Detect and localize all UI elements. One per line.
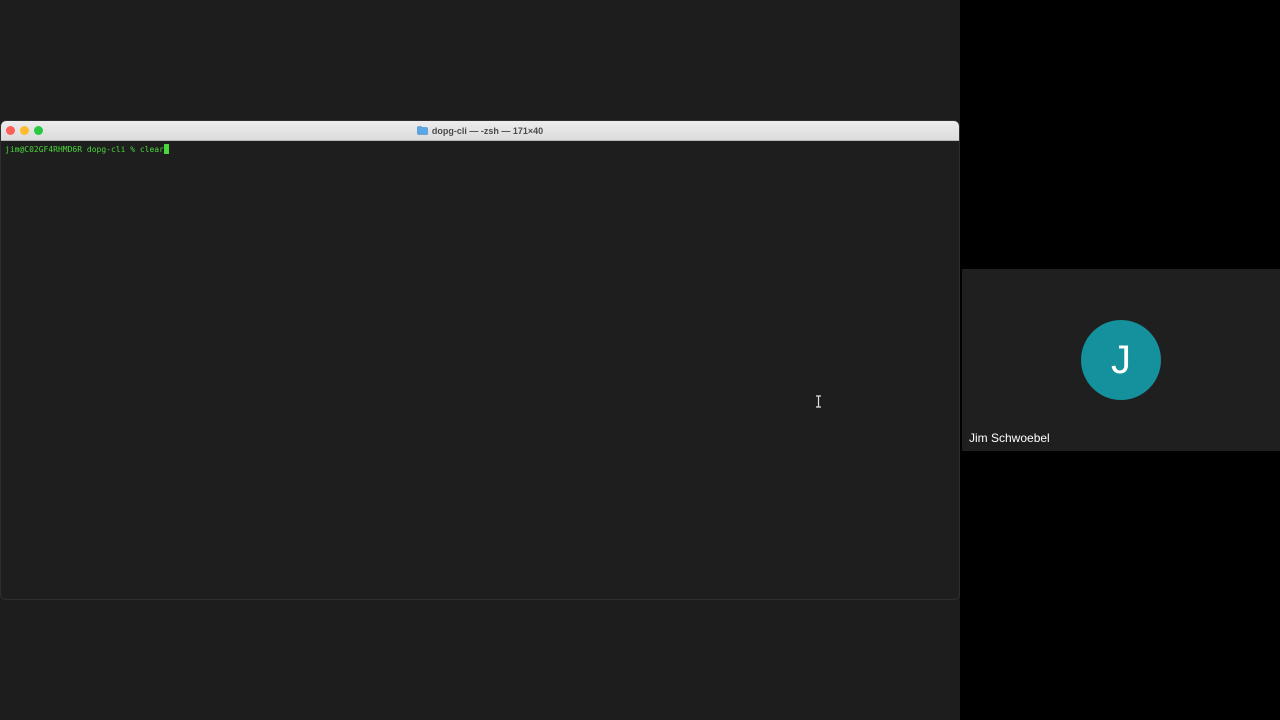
shell-prompt: jim@C02GF4RHMD6R dopg-cli % bbox=[5, 145, 140, 154]
command-input[interactable]: clear bbox=[140, 145, 164, 154]
window-title: dopg-cli — -zsh — 171×40 bbox=[1, 121, 959, 140]
folder-icon bbox=[417, 126, 428, 135]
terminal-output[interactable]: jim@C02GF4RHMD6R dopg-cli % clear bbox=[1, 141, 959, 599]
participant-tile[interactable]: J Jim Schwoebel bbox=[962, 269, 1280, 451]
participant-avatar: J bbox=[1081, 320, 1161, 400]
avatar-initial: J bbox=[1111, 337, 1131, 382]
terminal-titlebar[interactable]: dopg-cli — -zsh — 171×40 bbox=[1, 121, 959, 141]
participants-panel: J Jim Schwoebel bbox=[960, 0, 1280, 720]
terminal-window[interactable]: dopg-cli — -zsh — 171×40 jim@C02GF4RHMD6… bbox=[1, 121, 959, 599]
participant-name: Jim Schwoebel bbox=[969, 431, 1050, 445]
text-ibeam-cursor-icon bbox=[816, 395, 821, 408]
shared-screen: dopg-cli — -zsh — 171×40 jim@C02GF4RHMD6… bbox=[0, 0, 960, 720]
window-title-text: dopg-cli — -zsh — 171×40 bbox=[431, 125, 544, 136]
terminal-cursor bbox=[163, 144, 169, 154]
